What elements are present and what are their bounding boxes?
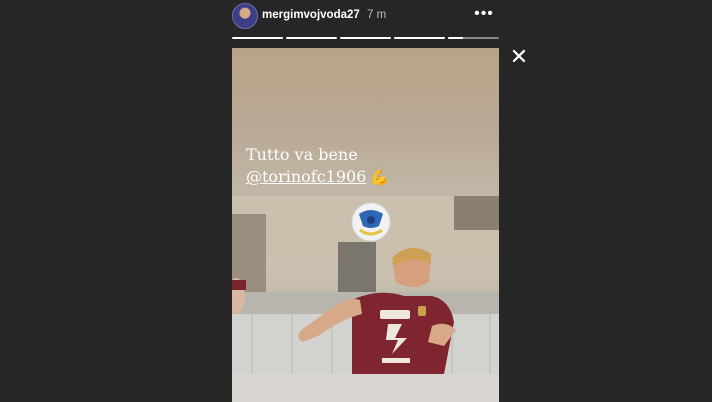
close-button[interactable]: ✕ <box>509 44 529 69</box>
left-player-shirt <box>232 280 246 290</box>
more-options-button[interactable]: ••• <box>473 4 495 26</box>
story-progress-bar <box>232 37 499 39</box>
progress-fill <box>448 37 464 39</box>
football <box>351 202 391 242</box>
progress-segment-4 <box>394 37 445 39</box>
caption-background: Tutto va bene @torinofc1906 💪 <box>232 48 499 196</box>
photo-illustration <box>232 196 499 374</box>
window-right <box>454 196 499 230</box>
close-icon: ✕ <box>509 44 529 69</box>
story-content[interactable]: Tutto va bene @torinofc1906 💪 <box>232 48 499 402</box>
progress-fill <box>394 37 445 39</box>
progress-segment-1 <box>232 37 283 39</box>
mention-link[interactable]: @torinofc1906 <box>246 167 366 186</box>
more-icon: ••• <box>474 5 494 22</box>
flexed-biceps-icon: 💪 <box>370 168 390 186</box>
avatar[interactable] <box>232 3 258 29</box>
progress-fill <box>232 37 283 39</box>
story-header: mergimvojvoda27 7 m ••• <box>232 3 499 31</box>
progress-segment-2 <box>286 37 337 39</box>
story-caption: Tutto va bene @torinofc1906 💪 <box>246 144 389 188</box>
progress-fill <box>286 37 337 39</box>
progress-segment-3 <box>340 37 391 39</box>
username[interactable]: mergimvojvoda27 <box>262 9 360 21</box>
post-time: 7 m <box>367 9 387 21</box>
story-photo <box>232 196 499 374</box>
progress-fill <box>340 37 391 39</box>
progress-segment-5 <box>448 37 499 39</box>
story-bottom-band <box>232 374 499 402</box>
doorway <box>338 242 376 298</box>
caption-text: Tutto va bene <box>246 145 358 164</box>
